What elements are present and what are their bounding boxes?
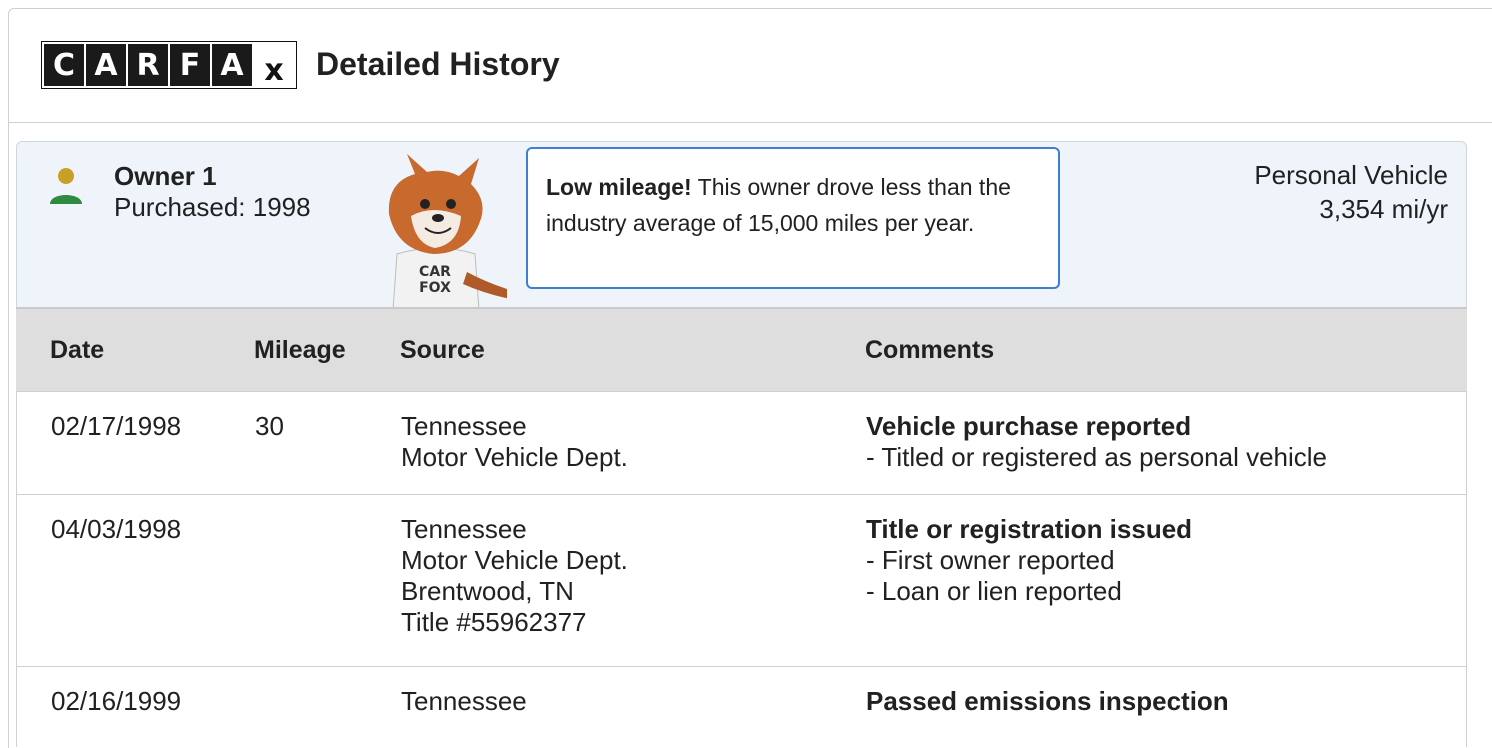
row-date: 04/03/1998	[51, 514, 182, 544]
table-row: 02/17/1998 30 Tennessee Motor Vehicle De…	[16, 391, 1467, 495]
report-header: C A R F A x Detailed History	[9, 9, 1492, 123]
table-header: Date Mileage Source Comments	[16, 307, 1467, 391]
history-table: Date Mileage Source Comments 02/17/1998 …	[16, 307, 1467, 747]
comment-line: - Titled or registered as personal vehic…	[866, 442, 1328, 472]
page-title: Detailed History	[316, 46, 560, 82]
source-line: Tennessee	[401, 514, 527, 544]
logo-letter: A	[86, 44, 126, 86]
comment-title: Title or registration issued	[866, 514, 1193, 544]
row-comments: Passed emissions inspection	[866, 686, 1229, 717]
usage-type: Personal Vehicle	[1254, 160, 1448, 190]
column-header-comments: Comments	[865, 336, 995, 364]
owner-purchased: Purchased: 1998	[114, 192, 311, 222]
row-date: 02/17/1998	[51, 411, 182, 441]
source-line: Brentwood, TN	[401, 576, 574, 606]
owner-summary: Owner 1 Purchased: 1998 CAR FOX Low mile…	[16, 141, 1467, 321]
row-mileage: 30	[255, 411, 284, 441]
usage-rate: 3,354 mi/yr	[1319, 194, 1448, 224]
low-mileage-callout: Low mileage! This owner drove less than …	[526, 147, 1060, 289]
source-line: Tennessee	[401, 411, 527, 441]
owner-name: Owner 1	[114, 161, 217, 191]
row-comments: Title or registration issued - First own…	[866, 514, 1192, 607]
source-line: Motor Vehicle Dept.	[401, 442, 628, 472]
comment-title: Vehicle purchase reported	[866, 411, 1192, 441]
vehicle-usage: Personal Vehicle 3,354 mi/yr	[1254, 158, 1448, 226]
fox-shirt-text: CAR	[419, 264, 451, 280]
row-date: 02/16/1999	[51, 686, 182, 716]
row-comments: Vehicle purchase reported - Titled or re…	[866, 411, 1327, 473]
source-line: Motor Vehicle Dept.	[401, 545, 628, 575]
fox-shirt-text: FOX	[419, 280, 451, 296]
table-row: 02/16/1999 Tennessee Passed emissions in…	[16, 667, 1467, 747]
comment-line: - Loan or lien reported	[866, 576, 1122, 606]
logo-letter: F	[170, 44, 210, 86]
person-icon	[50, 168, 82, 204]
column-header-source: Source	[400, 336, 485, 364]
column-header-mileage: Mileage	[254, 336, 346, 364]
row-source: Tennessee Motor Vehicle Dept.	[401, 411, 628, 473]
logo-letter: x	[254, 44, 294, 86]
comment-line: - First owner reported	[866, 545, 1115, 575]
source-line: Tennessee	[401, 686, 527, 716]
carfax-fox-mascot: CAR FOX	[388, 154, 507, 310]
callout-highlight: Low mileage!	[546, 174, 692, 200]
column-header-date: Date	[50, 336, 105, 364]
row-source: Tennessee	[401, 686, 527, 717]
comment-title: Passed emissions inspection	[866, 686, 1229, 716]
carfax-logo: C A R F A x	[41, 41, 297, 89]
logo-letter: C	[44, 44, 84, 86]
source-line: Title #55962377	[401, 607, 587, 637]
row-source: Tennessee Motor Vehicle Dept. Brentwood,…	[401, 514, 628, 638]
logo-letter: R	[128, 44, 168, 86]
table-row: 04/03/1998 Tennessee Motor Vehicle Dept.…	[16, 495, 1467, 667]
logo-letter: A	[212, 44, 252, 86]
